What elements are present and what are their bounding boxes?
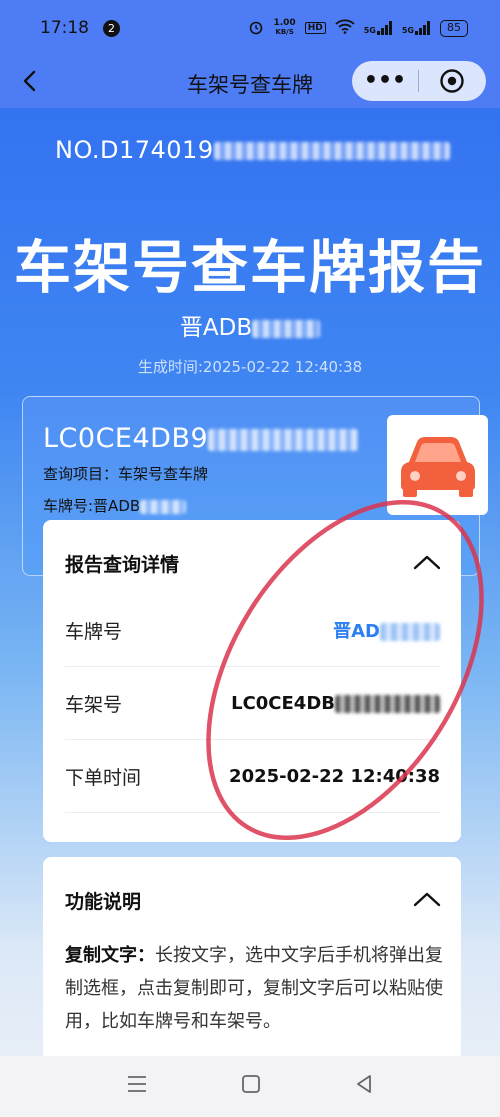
report-number: NO.D174019 xyxy=(55,136,450,164)
generated-time: 生成时间:2025-02-22 12:40:38 xyxy=(137,358,363,376)
report-title: 车架号查车牌报告 xyxy=(14,235,486,301)
function-panel: 功能说明 复制文字：长按文字，选中文字后手机将弹出复制选框，点击复制即可，复制文… xyxy=(43,857,461,1077)
card-plate: 车牌号:晋ADB xyxy=(43,495,187,516)
redacted-vin-value xyxy=(335,694,440,713)
function-description-lead: 复制文字： xyxy=(65,945,155,966)
details-collapse-toggle[interactable] xyxy=(413,554,441,570)
mini-program-capsule: ••• xyxy=(352,61,486,101)
chevron-up-icon xyxy=(413,555,441,570)
function-heading: 功能说明 xyxy=(65,891,142,913)
net-speed-unit: KB/S xyxy=(275,28,294,36)
car-icon xyxy=(400,437,475,497)
signal-label-2: 5G xyxy=(401,26,414,35)
more-button[interactable]: ••• xyxy=(352,62,418,100)
signal-icon-1: 5G xyxy=(364,21,393,35)
function-collapse-toggle[interactable] xyxy=(413,891,441,907)
detail-value-order-time[interactable]: 2025-02-22 12:40:38 xyxy=(229,766,440,787)
wifi-icon xyxy=(335,19,355,37)
menu-icon[interactable] xyxy=(126,1074,148,1099)
card-plate-text: 车牌号:晋ADB xyxy=(43,497,141,515)
close-button[interactable] xyxy=(419,68,485,94)
notification-badge: 2 xyxy=(103,19,120,37)
redacted-report-number xyxy=(213,142,450,160)
net-speed-value: 1.00 xyxy=(273,18,296,28)
detail-value-vin-text: LC0CE4DB xyxy=(231,692,335,714)
signal-icon-2: 5G xyxy=(402,21,431,35)
detail-row-order-time: 下单时间 2025-02-22 12:40:38 xyxy=(65,740,440,813)
detail-label: 车架号 xyxy=(65,693,123,716)
detail-value-vin[interactable]: LC0CE4DB xyxy=(231,693,440,714)
vin-number: LC0CE4DB9 xyxy=(43,423,359,454)
target-icon xyxy=(440,69,464,93)
detail-value-plate-text: 晋AD xyxy=(333,621,380,642)
report-plate-text: 晋ADB xyxy=(179,315,253,341)
redacted-card-plate xyxy=(140,499,187,514)
detail-label: 车牌号 xyxy=(65,620,123,643)
detail-value-plate[interactable]: 晋AD xyxy=(333,617,440,643)
status-icons: 1.00 KB/S HD 5G 5G 85 xyxy=(248,19,468,38)
detail-row-vin: 车架号 LC0CE4DB xyxy=(65,667,440,740)
redacted-plate-value xyxy=(380,623,440,641)
details-heading: 报告查询详情 xyxy=(65,554,180,576)
report-plate: 晋ADB xyxy=(0,308,500,342)
home-icon[interactable] xyxy=(241,1074,261,1100)
back-triangle-icon[interactable] xyxy=(354,1074,374,1100)
battery-icon: 85 xyxy=(440,19,468,37)
signal-label-1: 5G xyxy=(363,26,376,35)
vin-number-text: LC0CE4DB9 xyxy=(43,423,209,454)
car-icon-box xyxy=(387,415,488,515)
chevron-up-icon xyxy=(413,892,441,907)
net-speed: 1.00 KB/S xyxy=(273,19,295,37)
nav-bar: 车架号查车牌 ••• xyxy=(0,56,500,108)
detail-row-plate: 车牌号 晋AD xyxy=(65,594,440,667)
report-number-text: NO.D174019 xyxy=(55,136,214,164)
system-nav-bar xyxy=(0,1056,500,1117)
detail-label: 下单时间 xyxy=(65,766,142,789)
redacted-vin xyxy=(208,428,359,451)
status-bar: 17:18 2 1.00 KB/S HD 5G 5G 85 xyxy=(0,0,500,56)
alarm-icon xyxy=(248,19,264,38)
function-description: 复制文字：长按文字，选中文字后手机将弹出复制选框，点击复制即可，复制文字后可以粘… xyxy=(65,939,443,1038)
status-time: 17:18 xyxy=(40,18,89,38)
details-panel: 报告查询详情 车牌号 晋AD 车架号 LC0CE4DB 下单时间 2025-02… xyxy=(43,520,461,842)
redacted-plate xyxy=(252,319,321,338)
query-item: 查询项目：车架号查车牌 xyxy=(43,465,209,483)
hd-badge: HD xyxy=(304,22,326,34)
